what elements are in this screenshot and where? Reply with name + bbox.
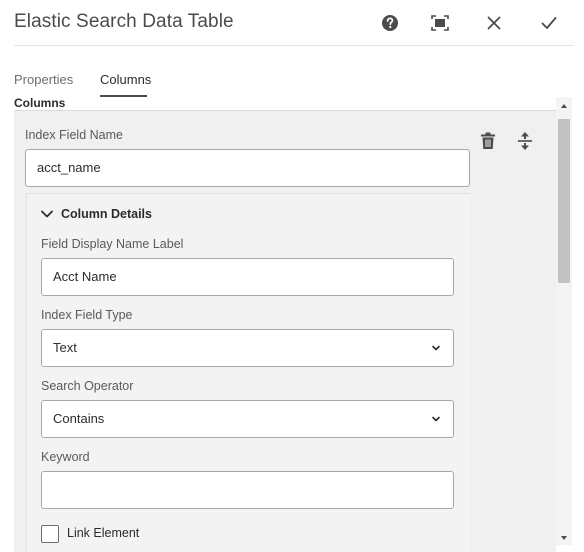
- columns-multifield: Index Field Name acct_name Column Detail…: [14, 110, 556, 552]
- vertical-scrollbar[interactable]: [556, 97, 572, 545]
- dialog-title: Elastic Search Data Table: [14, 11, 234, 32]
- fullscreen-icon: [431, 15, 449, 31]
- help-button[interactable]: [378, 11, 402, 35]
- columns-section-label: Columns: [14, 96, 66, 110]
- keyword-label: Keyword: [41, 450, 90, 464]
- chevron-down-icon: [41, 210, 53, 218]
- index-field-name-input[interactable]: acct_name: [25, 149, 470, 187]
- trash-icon: [481, 132, 495, 149]
- field-type-select[interactable]: Text: [41, 329, 454, 367]
- scroll-up-button[interactable]: [556, 99, 572, 113]
- display-name-label: Field Display Name Label: [41, 237, 184, 251]
- keyword-input[interactable]: [41, 471, 454, 509]
- index-field-name-label: Index Field Name: [25, 128, 123, 142]
- reorder-column-handle[interactable]: [514, 130, 536, 152]
- field-type-label: Index Field Type: [41, 308, 133, 322]
- active-tab-indicator: [100, 95, 147, 97]
- help-icon: [382, 15, 398, 31]
- column-details-title: Column Details: [61, 207, 152, 221]
- chevron-down-icon: [432, 416, 440, 422]
- column-details-panel: Column Details Field Display Name Label …: [26, 193, 470, 552]
- caret-up-icon: [561, 104, 567, 108]
- tab-columns[interactable]: Columns: [100, 72, 151, 87]
- caret-down-icon: [561, 536, 567, 540]
- search-operator-label: Search Operator: [41, 379, 134, 393]
- link-element-checkbox[interactable]: [41, 525, 59, 543]
- display-name-input[interactable]: Acct Name: [41, 258, 454, 296]
- link-element-label: Link Element: [67, 526, 140, 540]
- scroll-down-button[interactable]: [556, 531, 572, 545]
- close-button[interactable]: [482, 11, 506, 35]
- move-vertical-icon: [518, 132, 532, 150]
- header-divider: [14, 45, 574, 46]
- field-type-value: Text: [53, 340, 77, 355]
- scrollbar-thumb[interactable]: [558, 119, 570, 283]
- chevron-down-icon: [432, 345, 440, 351]
- search-operator-select[interactable]: Contains: [41, 400, 454, 438]
- fullscreen-button[interactable]: [428, 11, 452, 35]
- close-icon: [487, 16, 501, 30]
- done-button[interactable]: [537, 11, 561, 35]
- tab-properties[interactable]: Properties: [14, 72, 73, 87]
- delete-column-button[interactable]: [477, 130, 499, 152]
- check-icon: [541, 17, 557, 29]
- search-operator-value: Contains: [53, 411, 105, 426]
- dialog-header: Elastic Search Data Table: [0, 0, 584, 46]
- column-details-toggle[interactable]: Column Details: [41, 207, 152, 221]
